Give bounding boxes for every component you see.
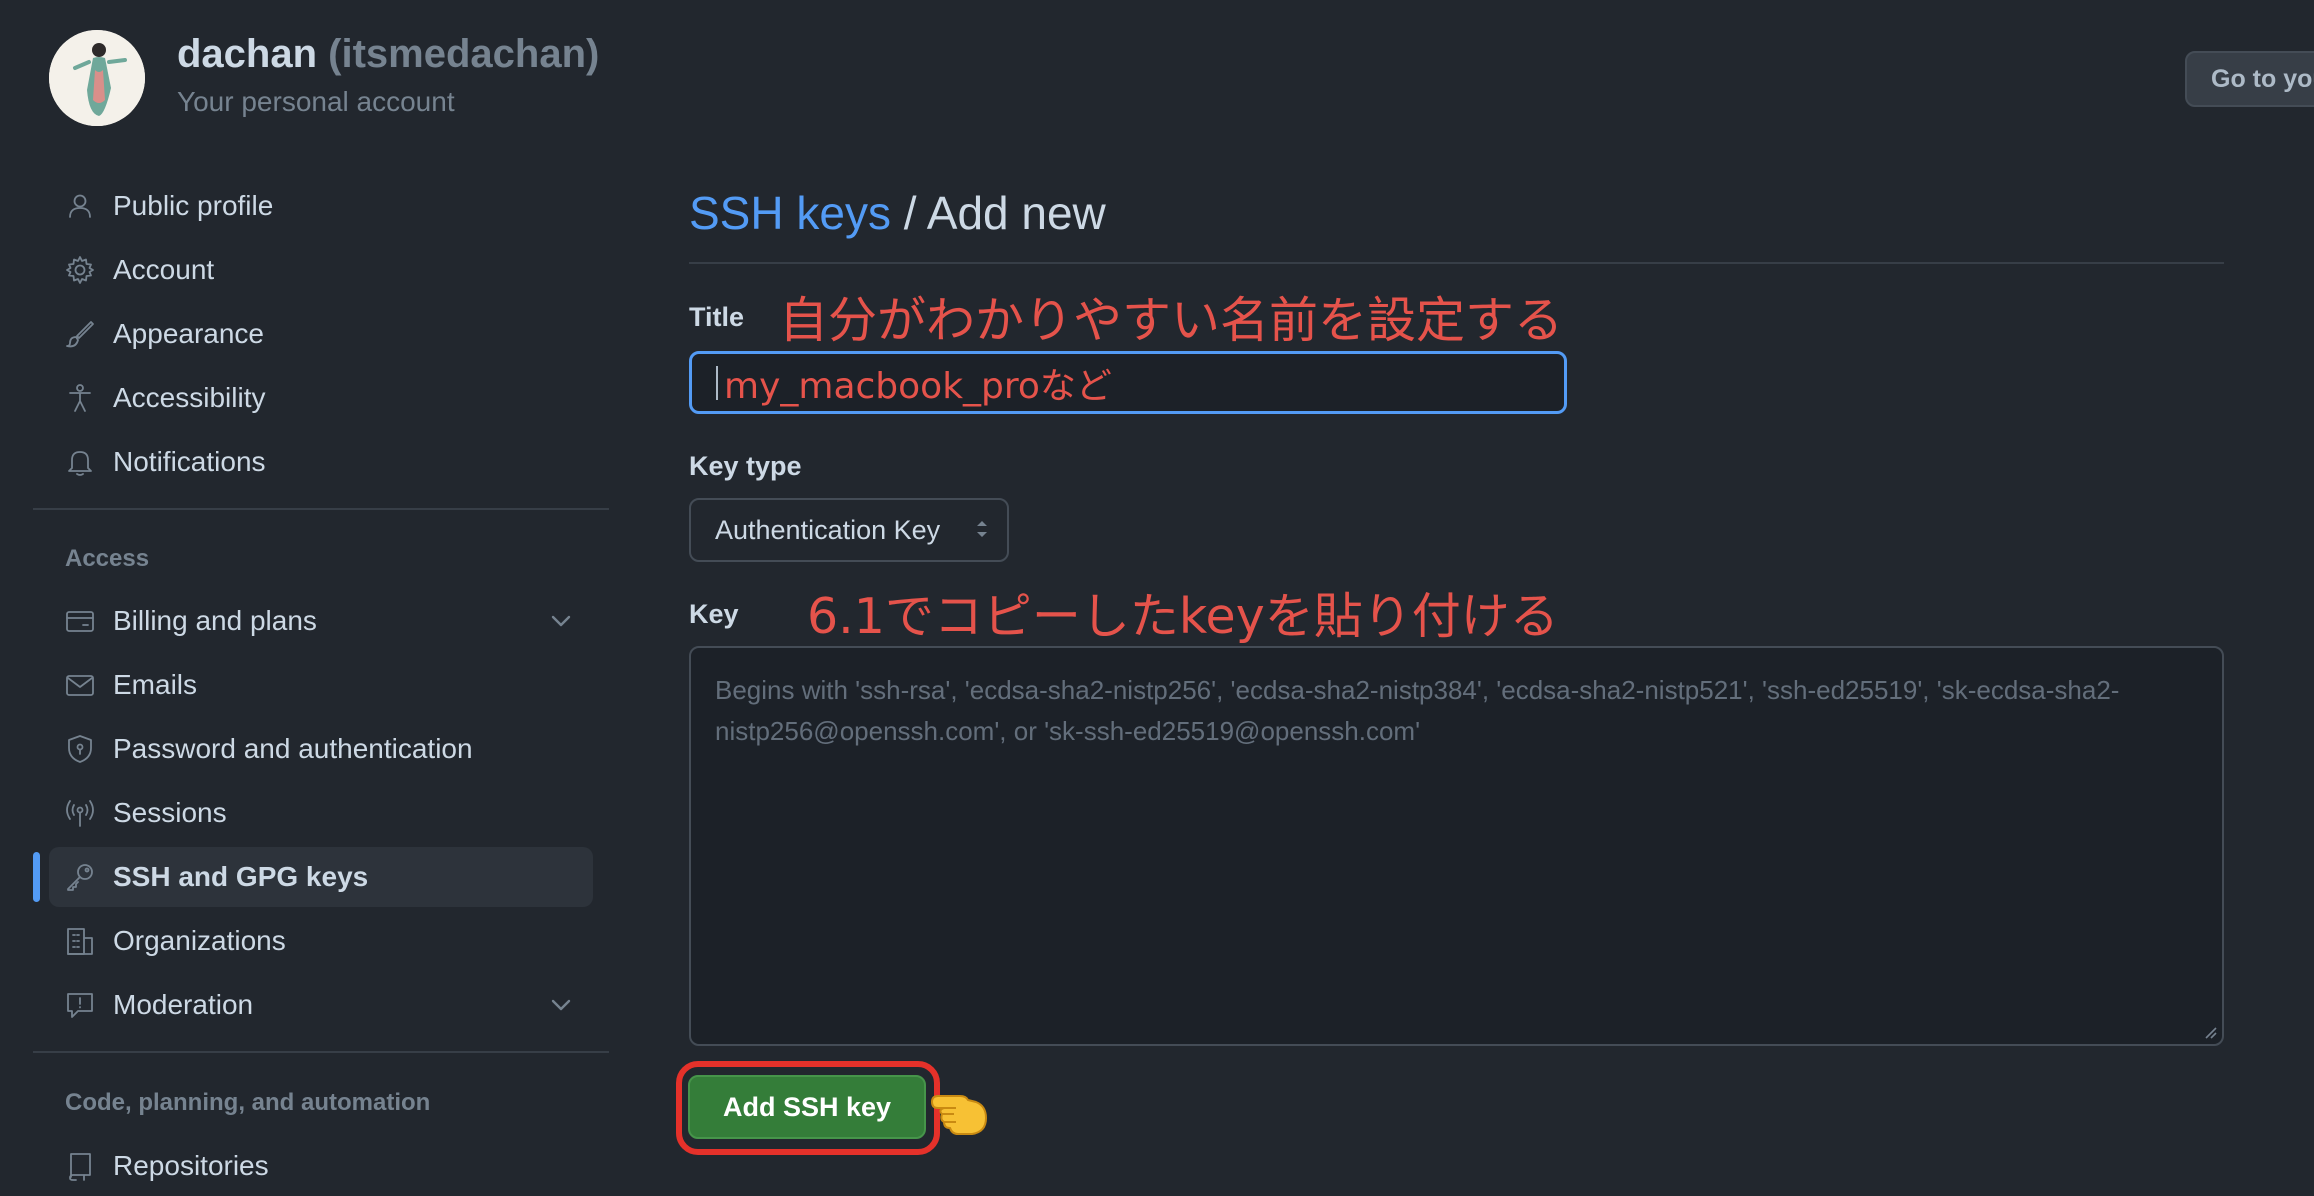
mail-icon	[63, 668, 97, 702]
repo-icon	[63, 1149, 97, 1183]
sidebar-item-sessions[interactable]: Sessions	[49, 783, 593, 843]
sidebar-item-label: Account	[113, 254, 215, 285]
chevron-down-icon[interactable]	[549, 993, 573, 1017]
sidebar-item-label: Moderation	[113, 989, 254, 1020]
sidebar-item-label: Password and authentication	[113, 733, 473, 764]
avatar-illustration	[49, 30, 145, 126]
sidebar-item-password-authentication[interactable]: Password and authentication	[49, 719, 593, 779]
sidebar-item-label: Billing and plans	[113, 605, 317, 636]
breadcrumb-current: / Add new	[890, 187, 1106, 239]
title-field-label: Title	[689, 302, 745, 332]
sidebar-item-repositories[interactable]: Repositories	[49, 1136, 593, 1196]
chevron-down-icon[interactable]	[549, 609, 573, 633]
person-icon	[63, 189, 97, 223]
sidebar-item-label: Emails	[113, 669, 198, 700]
sidebar-item-public-profile[interactable]: Public profile	[49, 176, 593, 236]
sidebar-item-emails[interactable]: Emails	[49, 655, 593, 715]
add-ssh-key-button[interactable]: Add SSH key	[688, 1075, 926, 1139]
select-arrows-icon	[977, 521, 987, 537]
sidebar-active-indicator	[33, 852, 40, 902]
key-textarea[interactable]: Begins with 'ssh-rsa', 'ecdsa-sha2-nistp…	[689, 646, 2224, 1046]
text-caret	[716, 365, 718, 400]
account-handle: (itsmedachan)	[328, 32, 600, 76]
sidebar-item-notifications[interactable]: Notifications	[49, 432, 593, 492]
sidebar-divider	[33, 1051, 609, 1053]
gear-icon	[63, 253, 97, 287]
sidebar-item-label: Appearance	[113, 318, 265, 349]
sidebar-item-label: Accessibility	[113, 382, 266, 413]
title-annotation: 自分がわかりやすい名前を設定する	[779, 292, 1564, 349]
accessibility-icon	[63, 381, 97, 415]
key-type-selected-value: Authentication Key	[715, 514, 941, 545]
sidebar-item-label: Organizations	[113, 925, 286, 956]
key-field-label: Key	[689, 599, 739, 629]
shield-lock-icon	[63, 732, 97, 766]
pointing-hand-icon	[930, 1095, 988, 1135]
title-input[interactable]: my_macbook_proなど	[689, 351, 1567, 414]
sidebar-item-moderation[interactable]: Moderation	[49, 975, 593, 1035]
key-type-label: Key type	[689, 451, 802, 481]
account-subtitle: Your personal account	[177, 86, 455, 117]
page-title-divider	[689, 262, 2224, 264]
key-icon	[63, 860, 97, 894]
account-username: dachan	[177, 32, 318, 76]
sidebar-item-appearance[interactable]: Appearance	[49, 304, 593, 364]
avatar[interactable]	[49, 30, 145, 126]
key-annotation: 6.1でコピーしたkeyを貼り付ける	[807, 588, 1559, 645]
sidebar-item-accessibility[interactable]: Accessibility	[49, 368, 593, 428]
resize-grip-icon[interactable]	[2202, 1024, 2218, 1040]
report-icon	[63, 988, 97, 1022]
go-to-profile-button[interactable]: Go to you	[2185, 51, 2314, 107]
sidebar-divider	[33, 508, 609, 510]
sidebar-item-label: Repositories	[113, 1150, 269, 1181]
broadcast-icon	[63, 796, 97, 830]
organization-icon	[63, 924, 97, 958]
account-name: dachan (itsmedachan)	[177, 32, 599, 77]
sidebar-item-ssh-gpg-keys[interactable]: SSH and GPG keys	[49, 847, 593, 907]
page-title: SSH keys / Add new	[689, 186, 1106, 240]
key-type-select[interactable]: Authentication Key	[689, 498, 1009, 562]
sidebar-item-label: Public profile	[113, 190, 274, 221]
paintbrush-icon	[63, 317, 97, 351]
sidebar-item-billing[interactable]: Billing and plans	[49, 591, 593, 651]
sidebar-item-label: SSH and GPG keys	[113, 861, 369, 892]
sidebar-item-label: Notifications	[113, 446, 266, 477]
key-textarea-placeholder: Begins with 'ssh-rsa', 'ecdsa-sha2-nistp…	[715, 675, 2120, 746]
breadcrumb-ssh-keys-link[interactable]: SSH keys	[689, 187, 891, 239]
sidebar-item-label: Sessions	[113, 797, 227, 828]
title-input-value: my_macbook_proなど	[724, 365, 1112, 407]
sidebar-section-access: Access	[65, 545, 150, 572]
sidebar-item-account[interactable]: Account	[49, 240, 593, 300]
bell-icon	[63, 445, 97, 479]
sidebar-section-code-planning: Code, planning, and automation	[65, 1089, 431, 1116]
credit-card-icon	[63, 604, 97, 638]
sidebar-item-organizations[interactable]: Organizations	[49, 911, 593, 971]
